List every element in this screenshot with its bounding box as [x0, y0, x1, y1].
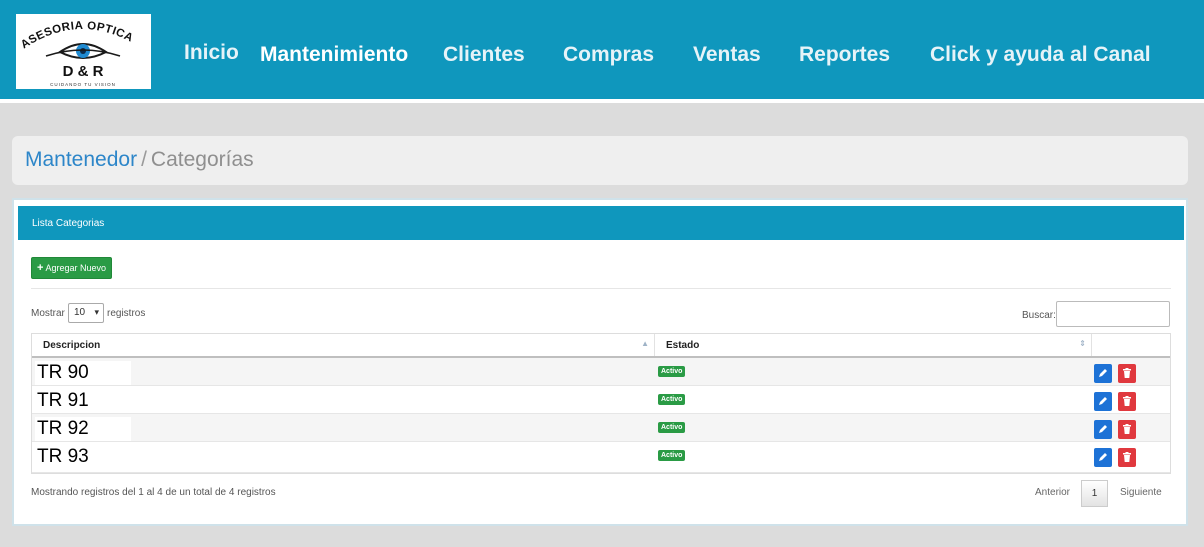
delete-button[interactable]	[1118, 448, 1136, 467]
show-label: Mostrar	[31, 308, 65, 319]
pagination-previous[interactable]: Anterior	[1035, 487, 1070, 498]
nav-compras[interactable]: Compras	[563, 43, 654, 67]
categories-table: Descripcion ▲ Estado ⇕ TR 90 Activo TR 9…	[31, 333, 1171, 474]
breadcrumb: Mantenedor / Categorías	[12, 136, 1188, 185]
nav-ventas[interactable]: Ventas	[693, 43, 761, 67]
eye-icon	[45, 43, 121, 59]
add-new-label: Agregar Nuevo	[45, 263, 106, 273]
table-row: TR 92 Activo	[32, 414, 1170, 442]
pagination-next[interactable]: Siguiente	[1120, 487, 1162, 498]
trash-icon	[1123, 424, 1131, 434]
top-navbar: ASESORIA OPTICA D & R CUIDANDO TU VISION…	[0, 0, 1204, 103]
nav-inicio[interactable]: Inicio	[184, 41, 239, 65]
search-label: Buscar:	[1022, 310, 1056, 321]
table-row: TR 90 Activo	[32, 358, 1170, 386]
breadcrumb-current: Categorías	[150, 148, 254, 171]
trash-icon	[1123, 368, 1131, 378]
nav-click-ayuda-canal[interactable]: Click y ayuda al Canal	[930, 43, 1151, 67]
status-badge: Activo	[658, 394, 686, 405]
nav-reportes[interactable]: Reportes	[799, 43, 890, 67]
table-row: TR 91 Activo	[32, 386, 1170, 414]
pencil-icon	[1099, 425, 1107, 433]
nav-clientes[interactable]: Clientes	[443, 43, 525, 67]
status-badge: Activo	[658, 450, 686, 461]
plus-icon: +	[37, 262, 44, 274]
page-size-value: 10	[74, 307, 86, 318]
edit-button[interactable]	[1094, 420, 1112, 439]
logo-tagline: CUIDANDO TU VISION	[50, 82, 116, 87]
edit-button[interactable]	[1094, 392, 1112, 411]
delete-button[interactable]	[1118, 392, 1136, 411]
records-label: registros	[107, 308, 146, 319]
nav-mantenimiento[interactable]: Mantenimiento	[260, 43, 408, 67]
edit-button[interactable]	[1094, 448, 1112, 467]
breadcrumb-link-mantenedor[interactable]: Mantenedor	[25, 148, 137, 171]
pencil-icon	[1099, 369, 1107, 377]
edit-button[interactable]	[1094, 364, 1112, 383]
cell-descripcion: TR 92	[35, 417, 131, 441]
status-badge: Activo	[658, 366, 686, 377]
pencil-icon	[1099, 397, 1107, 405]
delete-button[interactable]	[1118, 420, 1136, 439]
cell-descripcion: TR 93	[35, 445, 131, 469]
company-logo[interactable]: ASESORIA OPTICA D & R CUIDANDO TU VISION	[16, 14, 151, 89]
table-info: Mostrando registros del 1 al 4 de un tot…	[31, 487, 276, 498]
column-header-actions	[1092, 334, 1170, 356]
table-row: TR 93 Activo	[32, 442, 1170, 473]
breadcrumb-separator: /	[141, 148, 147, 171]
table-header: Descripcion ▲ Estado ⇕	[32, 334, 1170, 358]
sort-icon: ⇕	[1079, 339, 1086, 348]
trash-icon	[1123, 396, 1131, 406]
pagination-page-1[interactable]: 1	[1081, 480, 1108, 507]
page-size-select[interactable]: 10 ▾	[68, 303, 104, 323]
cell-descripcion: TR 91	[35, 389, 131, 413]
status-badge: Activo	[658, 422, 686, 433]
delete-button[interactable]	[1118, 364, 1136, 383]
panel-title: Lista Categorias	[18, 206, 1184, 240]
add-new-button[interactable]: + Agregar Nuevo	[31, 257, 112, 279]
trash-icon	[1123, 452, 1131, 462]
categories-panel: Lista Categorias + Agregar Nuevo Mostrar…	[12, 198, 1188, 526]
chevron-down-icon: ▾	[94, 307, 99, 317]
divider	[31, 288, 1171, 289]
column-header-estado[interactable]: Estado ⇕	[655, 334, 1092, 356]
cell-descripcion: TR 90	[35, 361, 131, 385]
logo-brand: D & R	[63, 63, 104, 80]
pencil-icon	[1099, 453, 1107, 461]
search-input[interactable]	[1056, 301, 1170, 327]
sort-asc-icon: ▲	[641, 339, 649, 348]
column-header-descripcion[interactable]: Descripcion ▲	[32, 334, 655, 356]
